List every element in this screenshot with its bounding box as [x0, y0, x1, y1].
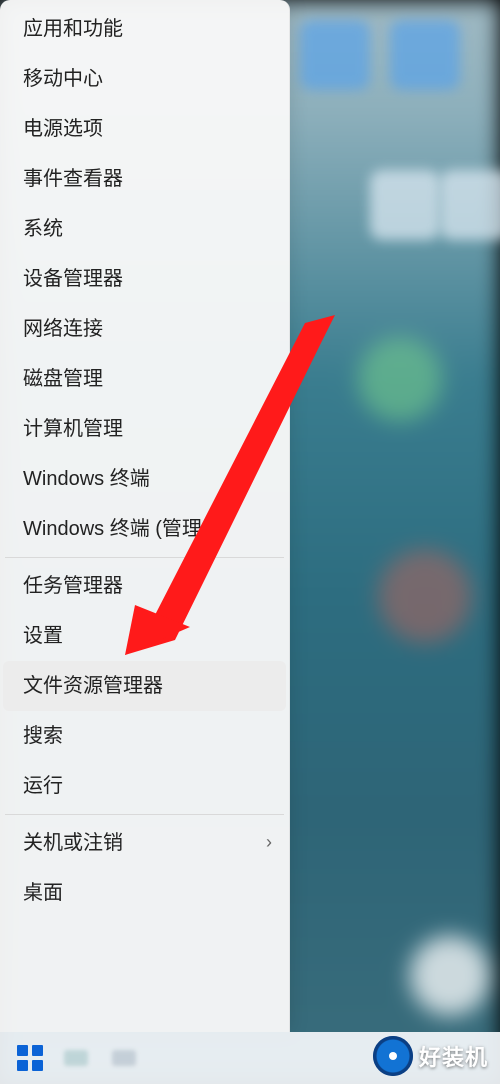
menu-item-settings[interactable]: 设置 — [3, 611, 286, 661]
watermark-text: 好装机 — [419, 1040, 488, 1072]
menu-item-search[interactable]: 搜索 — [3, 711, 286, 761]
menu-item-run[interactable]: 运行 — [3, 761, 286, 811]
start-button[interactable] — [10, 1038, 50, 1078]
menu-item-computer-management[interactable]: 计算机管理 — [3, 404, 286, 454]
taskbar-app-blurred[interactable] — [102, 1038, 146, 1078]
menu-item-label: Windows 终端 — [23, 467, 150, 491]
menu-item-label: 运行 — [23, 774, 63, 798]
menu-item-desktop[interactable]: 桌面 — [3, 868, 286, 918]
menu-item-label: 文件资源管理器 — [23, 674, 163, 698]
watermark-logo-icon — [373, 1036, 413, 1076]
menu-item-file-explorer[interactable]: 文件资源管理器 — [3, 661, 286, 711]
menu-separator — [5, 557, 284, 558]
menu-item-label: 关机或注销 — [23, 831, 123, 855]
menu-separator — [5, 814, 284, 815]
menu-item-disk-management[interactable]: 磁盘管理 — [3, 354, 286, 404]
menu-item-device-manager[interactable]: 设备管理器 — [3, 254, 286, 304]
menu-item-label: 计算机管理 — [23, 417, 123, 441]
menu-item-network-connections[interactable]: 网络连接 — [3, 304, 286, 354]
desktop-icon-row-blur — [300, 20, 500, 140]
menu-item-windows-terminal-admin[interactable]: Windows 终端 (管理员) — [3, 504, 286, 554]
menu-item-mobility-center[interactable]: 移动中心 — [3, 54, 286, 104]
menu-item-system[interactable]: 系统 — [3, 204, 286, 254]
menu-item-label: 事件查看器 — [23, 167, 123, 191]
taskbar-app-blurred[interactable] — [54, 1038, 98, 1078]
menu-item-label: 网络连接 — [23, 317, 103, 341]
menu-item-label: Windows 终端 (管理员) — [23, 517, 229, 541]
menu-item-label: 搜索 — [23, 724, 63, 748]
menu-item-label: 系统 — [23, 217, 63, 241]
menu-item-shutdown-signout[interactable]: 关机或注销 › — [3, 818, 286, 868]
winx-context-menu: 应用和功能 移动中心 电源选项 事件查看器 系统 设备管理器 网络连接 磁盘管理… — [0, 0, 290, 1032]
menu-item-label: 设置 — [23, 624, 63, 648]
menu-item-label: 磁盘管理 — [23, 367, 103, 391]
menu-item-label: 桌面 — [23, 881, 63, 905]
menu-item-event-viewer[interactable]: 事件查看器 — [3, 154, 286, 204]
menu-item-label: 电源选项 — [23, 117, 103, 141]
menu-item-label: 应用和功能 — [23, 17, 123, 41]
menu-item-task-manager[interactable]: 任务管理器 — [3, 561, 286, 611]
chevron-right-icon: › — [266, 832, 272, 854]
menu-item-power-options[interactable]: 电源选项 — [3, 104, 286, 154]
desktop-icon-blur — [300, 20, 370, 90]
windows-start-icon — [17, 1045, 43, 1071]
watermark: 好装机 — [367, 1034, 494, 1078]
desktop-icon-blur — [370, 170, 440, 240]
menu-item-windows-terminal[interactable]: Windows 终端 — [3, 454, 286, 504]
desktop-icon-blur — [390, 20, 460, 90]
desktop-icon-blur — [440, 170, 500, 240]
menu-item-label: 任务管理器 — [23, 574, 123, 598]
menu-item-label: 移动中心 — [23, 67, 103, 91]
menu-item-apps-features[interactable]: 应用和功能 — [3, 4, 286, 54]
menu-item-label: 设备管理器 — [23, 267, 123, 291]
